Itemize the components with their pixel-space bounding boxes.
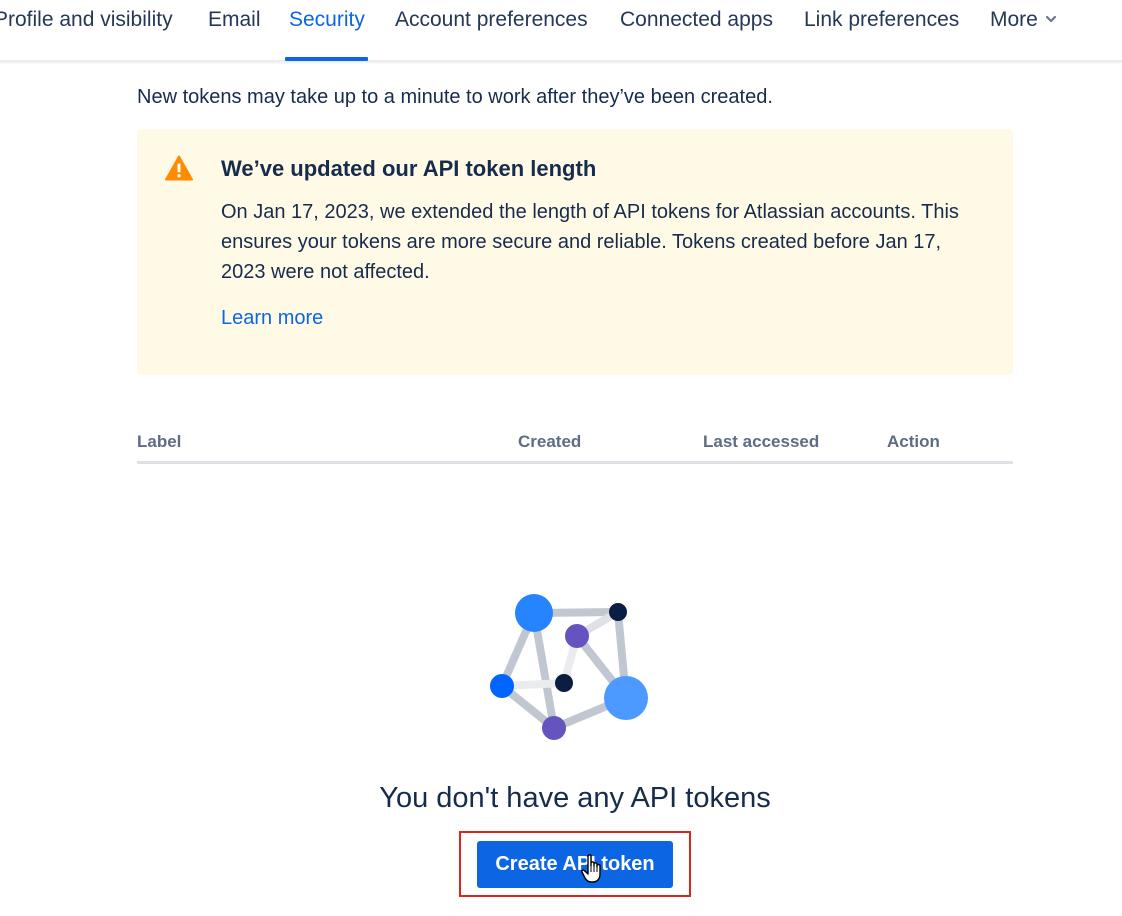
- empty-state-title: You don't have any API tokens: [379, 782, 771, 814]
- warning-icon: [165, 155, 193, 181]
- warning-banner: We’ve updated our API token length On Ja…: [137, 129, 1013, 375]
- column-header-created: Created: [518, 432, 582, 451]
- active-tab-indicator: [285, 57, 368, 61]
- tab-link-preferences[interactable]: Link preferences: [804, 0, 959, 60]
- tab-email[interactable]: Email: [208, 0, 261, 60]
- tab-account-preferences[interactable]: Account preferences: [395, 0, 588, 60]
- column-header-action: Action: [887, 432, 940, 451]
- column-header-label: Label: [137, 432, 182, 451]
- banner-body: On Jan 17, 2023, we extended the length …: [221, 201, 959, 283]
- tab-profile-and-visibility[interactable]: Profile and visibility: [0, 0, 173, 60]
- page: Profile and visibility Email Security Ac…: [0, 0, 1122, 916]
- tab-more[interactable]: More: [990, 0, 1058, 60]
- tab-connected-apps[interactable]: Connected apps: [620, 0, 773, 60]
- network-graph-illustration: [490, 594, 648, 740]
- tab-security[interactable]: Security: [289, 0, 365, 60]
- hand-cursor-icon: [581, 854, 601, 883]
- learn-more-link[interactable]: Learn more: [221, 307, 323, 330]
- intro-text: New tokens may take up to a minute to wo…: [137, 86, 773, 108]
- create-api-token-button[interactable]: Create API token: [477, 841, 673, 888]
- column-header-last-accessed: Last accessed: [703, 432, 820, 451]
- chevron-down-icon: [1045, 15, 1056, 23]
- tokens-table-header: Label Created Last accessed Action: [137, 430, 1013, 464]
- tab-more-label: More: [990, 8, 1038, 31]
- banner-title: We’ve updated our API token length: [221, 156, 597, 181]
- top-nav: Profile and visibility Email Security Ac…: [0, 0, 1122, 62]
